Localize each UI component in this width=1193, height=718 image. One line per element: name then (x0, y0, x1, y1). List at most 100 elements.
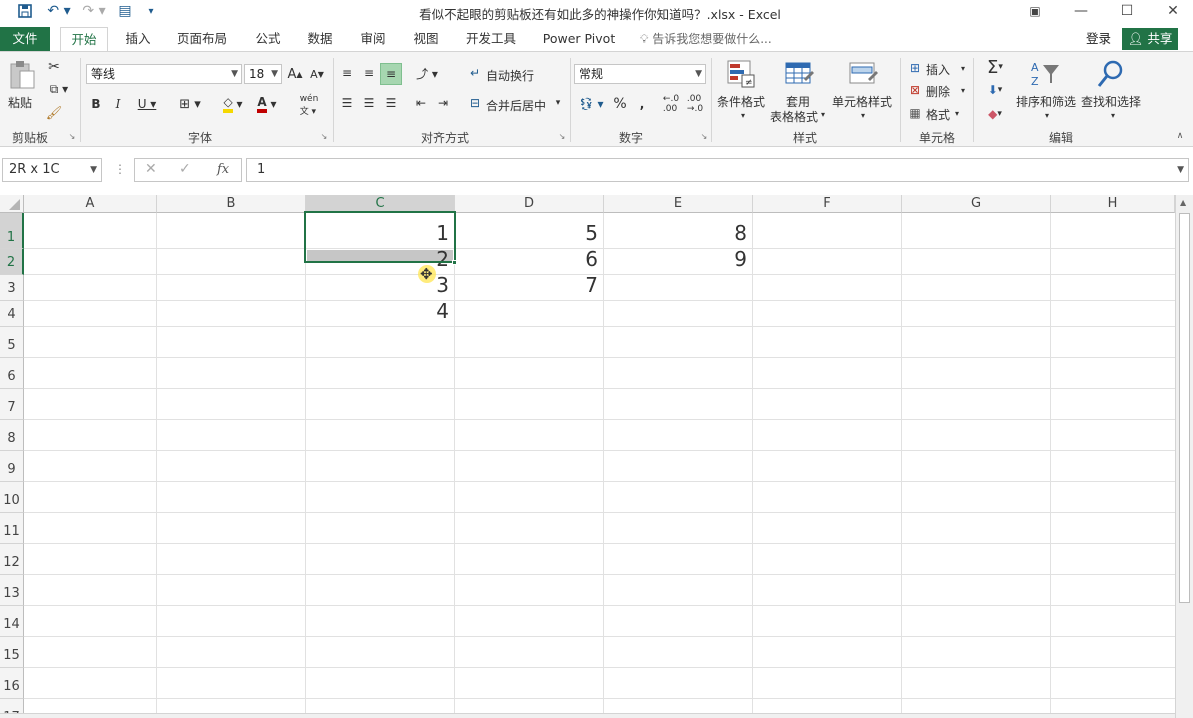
enter-icon[interactable]: ✓ (179, 161, 191, 177)
chevron-down-icon[interactable]: ▾ (738, 110, 748, 120)
column-header[interactable]: G (902, 195, 1051, 213)
insert-function-icon[interactable]: fx (217, 162, 229, 177)
row-header[interactable]: 7 (0, 389, 24, 420)
underline-icon[interactable]: U ▾ (132, 94, 162, 114)
column-header[interactable]: A (24, 195, 157, 213)
scrollbar-thumb[interactable] (1179, 213, 1190, 603)
format-painter-icon[interactable]: 🖌︎ (44, 104, 64, 122)
row-header[interactable]: 1 (0, 213, 24, 249)
tab-insert[interactable]: 插入 (118, 27, 158, 51)
wrap-text-button[interactable]: 自动换行 (486, 67, 534, 84)
undo-icon[interactable]: ↶ ▾ (44, 0, 74, 22)
cancel-icon[interactable]: ✕ (145, 161, 157, 177)
column-header[interactable]: H (1051, 195, 1175, 213)
row-header[interactable]: 10 (0, 482, 24, 513)
row-header[interactable]: 16 (0, 668, 24, 699)
align-middle-icon[interactable]: ≡ (360, 64, 378, 82)
tab-view[interactable]: 视图 (406, 27, 446, 51)
chevron-down-icon[interactable]: ▾ (958, 60, 968, 76)
paste-icon[interactable] (6, 58, 38, 92)
ribbon-display-icon[interactable]: ▣ (1012, 0, 1058, 22)
cut-icon[interactable]: ✂ (44, 58, 64, 76)
conditional-format-icon[interactable]: ≠ (724, 58, 758, 90)
chevron-down-icon[interactable]: ▾ (952, 105, 962, 121)
increase-indent-icon[interactable]: ⇥ (434, 94, 452, 112)
align-right-icon[interactable]: ☰ (382, 94, 400, 112)
chevron-down-icon[interactable]: ▾ (1108, 110, 1118, 120)
align-bottom-icon[interactable]: ≡ (380, 63, 402, 85)
sort-filter-icon[interactable]: AZ (1028, 58, 1062, 90)
save-icon[interactable] (14, 0, 36, 22)
format-cells-button[interactable]: 格式 (926, 106, 950, 123)
select-all-button[interactable] (0, 195, 24, 213)
redo-icon[interactable]: ↷ ▾ (80, 0, 108, 22)
row-header[interactable]: 5 (0, 327, 24, 358)
fill-handle[interactable] (452, 260, 457, 265)
delete-cells-button[interactable]: 删除 (926, 83, 950, 100)
decrease-font-icon[interactable]: A ▼ (308, 64, 326, 84)
bold-icon[interactable]: B (88, 94, 104, 114)
increase-font-icon[interactable]: A ▲ (286, 64, 304, 84)
font-name-select[interactable]: 等线 ▼ (86, 64, 242, 84)
accounting-format-icon[interactable]: 💱︎ ▾ (576, 94, 606, 114)
align-top-icon[interactable]: ≡ (338, 64, 356, 82)
decrease-decimal-icon[interactable]: .00 →.0 (686, 94, 704, 114)
tab-home[interactable]: 开始 (60, 27, 108, 53)
close-button[interactable]: ✕ (1150, 0, 1193, 22)
row-header[interactable]: 12 (0, 544, 24, 575)
sort-filter-button[interactable]: 排序和筛选 (1016, 93, 1076, 110)
tab-formulas[interactable]: 公式 (248, 27, 288, 51)
column-header[interactable]: B (157, 195, 306, 213)
tab-power-pivot[interactable]: Power Pivot (538, 27, 620, 51)
clear-icon[interactable]: ◆ ▾ (980, 104, 1010, 124)
row-header[interactable]: 9 (0, 451, 24, 482)
row-header[interactable]: 13 (0, 575, 24, 606)
row-header[interactable]: 15 (0, 637, 24, 668)
cell-styles-button[interactable]: 单元格样式 (832, 93, 892, 110)
name-box[interactable]: 2R x 1C ▼ (2, 158, 102, 182)
tab-data[interactable]: 数据 (300, 27, 340, 51)
increase-decimal-icon[interactable]: ←.0.00 (662, 94, 680, 114)
format-as-table-icon[interactable] (782, 58, 816, 90)
cell-e1[interactable]: 8 (604, 221, 753, 247)
insert-cells-icon[interactable]: ⊞ (906, 60, 924, 76)
fill-icon[interactable]: ⬇ ▾ (980, 80, 1010, 100)
number-format-select[interactable]: 常规 ▼ (574, 64, 706, 84)
customize-qat-icon[interactable]: ▾ (144, 0, 158, 22)
collapse-ribbon-icon[interactable]: ∧ (1174, 130, 1186, 142)
copy-icon[interactable]: ⧉ ▾ (44, 80, 74, 98)
align-left-icon[interactable]: ☰ (338, 94, 356, 112)
magnifier-icon[interactable] (1094, 58, 1128, 90)
launcher-icon[interactable]: ↘ (66, 130, 78, 142)
italic-icon[interactable]: I (110, 94, 126, 114)
column-header[interactable]: E (604, 195, 753, 213)
scroll-up-icon[interactable]: ▲ (1180, 198, 1186, 207)
launcher-icon[interactable]: ↘ (318, 130, 330, 142)
border-icon[interactable]: ⊞ ▾ (174, 94, 206, 114)
format-as-table-button[interactable]: 表格格式 (770, 108, 818, 125)
vertical-scrollbar[interactable]: ▲ (1175, 195, 1193, 718)
orientation-icon[interactable]: ⤴ ▾ (412, 64, 442, 82)
phonetic-icon[interactable]: wén 文 ▾ (294, 94, 324, 117)
font-color-icon[interactable]: A ▾ (252, 94, 282, 114)
column-header[interactable]: F (753, 195, 902, 213)
chevron-down-icon[interactable]: ▾ (858, 110, 868, 120)
minimize-button[interactable]: — (1058, 0, 1104, 22)
more-icon[interactable]: ⋮ (114, 162, 126, 176)
row-header[interactable]: 4 (0, 301, 24, 327)
wrap-text-icon[interactable]: ↵ (466, 64, 484, 82)
tell-me-box[interactable]: 💡︎ 告诉我您想要做什么... (640, 27, 772, 51)
find-select-button[interactable]: 查找和选择 (1081, 93, 1141, 110)
cell-d3[interactable]: 7 (455, 273, 604, 299)
row-header[interactable]: 6 (0, 358, 24, 389)
maximize-button[interactable]: ☐ (1104, 0, 1150, 22)
merge-dropdown-icon[interactable]: ▾ (552, 94, 564, 112)
autosum-icon[interactable]: Σ ▾ (980, 56, 1010, 78)
formula-input[interactable]: 1 ▼ (246, 158, 1189, 182)
column-header[interactable]: D (455, 195, 604, 213)
login-link[interactable]: 登录 (1086, 27, 1111, 51)
share-button[interactable]: 👤︎ 共享 (1122, 28, 1178, 50)
align-center-icon[interactable]: ☰ (360, 94, 378, 112)
paste-button[interactable]: 粘贴 (8, 94, 32, 111)
tab-file[interactable]: 文件 (0, 27, 50, 51)
